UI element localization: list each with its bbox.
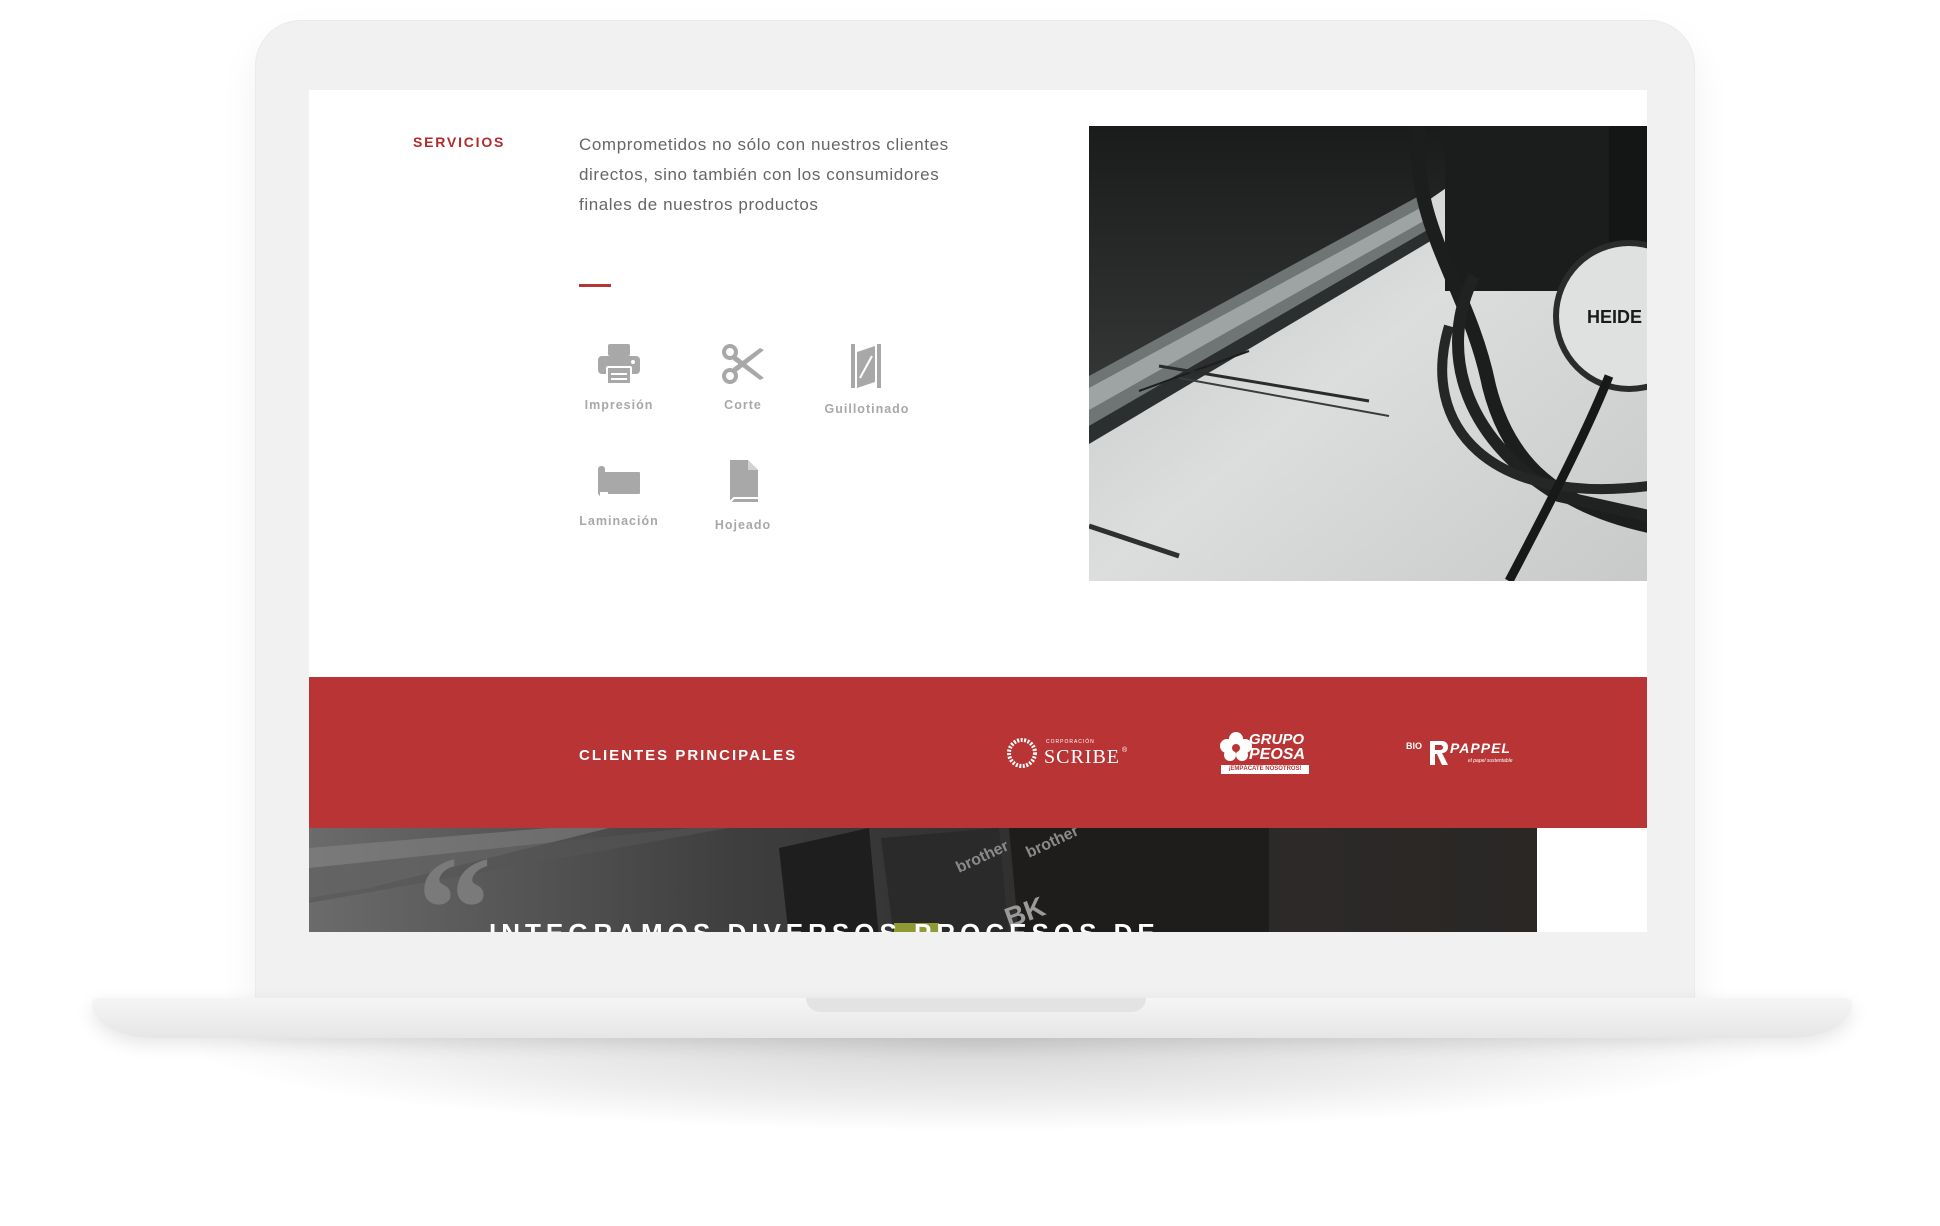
sheet-icon: [729, 460, 758, 503]
clients-title: CLIENTES PRINCIPALES: [579, 747, 798, 764]
guillotine-icon: [851, 344, 881, 388]
quote-section: brother brother BK “ INTEGRAMOS DIVERSOS…: [309, 828, 1537, 932]
service-label: Hojeado: [714, 518, 772, 532]
scribe-small-text: CORPORACIÓN: [1046, 739, 1095, 745]
machine-brand-text: HEIDE: [1587, 307, 1642, 327]
service-laminacion[interactable]: Laminación: [559, 462, 679, 528]
service-hojeado[interactable]: Hojeado: [683, 458, 803, 532]
client-logo-biopappel[interactable]: BIO PAPPEL el papel sustentable: [1406, 739, 1541, 773]
scribe-mark: ®: [1122, 747, 1128, 754]
quote-mark-icon: “: [417, 828, 492, 932]
machine-illustration: HEIDE: [1089, 126, 1649, 581]
peosa-line1: GRUPO: [1249, 731, 1305, 748]
services-label: SERVICIOS: [413, 134, 506, 150]
peosa-flower-icon: [1220, 732, 1252, 761]
laptop-screen: SERVICIOS Comprometidos no sólo con nues…: [309, 90, 1649, 932]
client-logo-peosa[interactable]: GRUPO PEOSA ¡EMPÁCATE NOSOTROS!: [1219, 732, 1314, 776]
quote-text: INTEGRAMOS DIVERSOS PROCESOS DE: [489, 918, 1160, 932]
peosa-line2: PEOSA: [1249, 746, 1306, 763]
accent-divider: [579, 284, 611, 287]
services-intro: Comprometidos no sólo con nuestros clien…: [579, 135, 949, 214]
service-label: Corte: [724, 398, 762, 412]
printer-icon: [598, 344, 640, 385]
biopappel-prefix: BIO: [1406, 741, 1423, 751]
service-label: Laminación: [579, 514, 659, 528]
laptop-notch: [806, 998, 1146, 1012]
biopappel-tagline: el papel sustentable: [1468, 758, 1513, 764]
client-logo-scribe[interactable]: CORPORACIÓN SCRIBE ®: [1006, 733, 1131, 773]
scribe-name: SCRIBE: [1044, 746, 1121, 768]
service-corte[interactable]: Corte: [683, 342, 803, 412]
peosa-tagline: ¡EMPÁCATE NOSOTROS!: [1221, 765, 1309, 774]
screen-edge: [1647, 90, 1649, 932]
service-impresion[interactable]: Impresión: [559, 342, 679, 412]
lamination-icon: [598, 466, 640, 496]
clients-band: CLIENTES PRINCIPALES CORPORACIÓN SCRIBE …: [309, 677, 1647, 828]
service-guillotinado[interactable]: Guillotinado: [807, 342, 927, 416]
printing-machine-photo: HEIDE: [1089, 126, 1649, 581]
service-label: Guillotinado: [824, 402, 910, 416]
biopappel-r-icon: [1430, 741, 1448, 765]
service-label: Impresión: [584, 398, 654, 412]
printer-cartridges-photo: brother brother BK: [309, 828, 1269, 932]
scissors-icon: [722, 344, 764, 384]
biopappel-name: PAPPEL: [1450, 740, 1511, 756]
